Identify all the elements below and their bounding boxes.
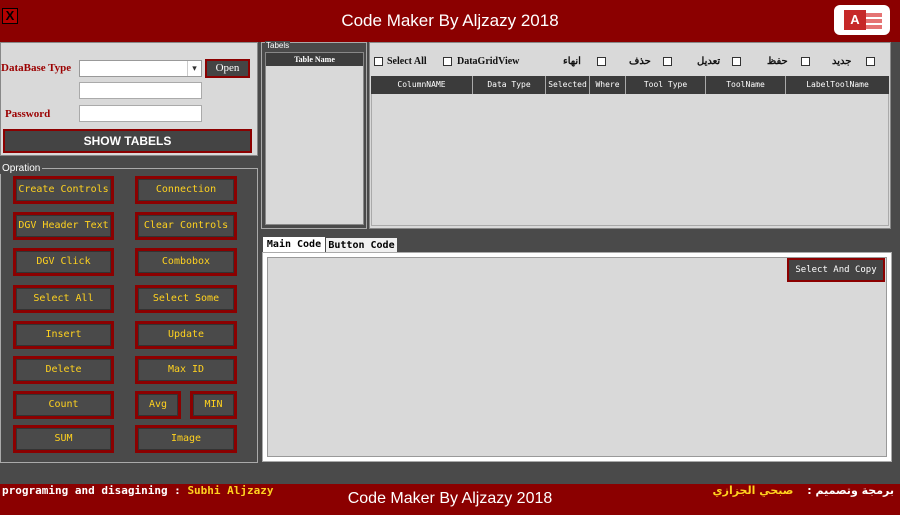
select-all-checkbox-label: Select All — [387, 56, 427, 67]
footer-credit: programing and disagining : Subhi Aljzaz… — [2, 484, 274, 515]
chevron-down-icon[interactable]: ▾ — [187, 61, 201, 76]
column-header-where[interactable]: Where — [590, 76, 626, 94]
footer-arabic-label: برمجة وتصميم : — [807, 484, 894, 497]
datagridview-checkbox-label: DataGridView — [457, 56, 520, 67]
dgv-click-button[interactable]: DGV Click — [13, 248, 114, 276]
password-label: Password — [5, 108, 51, 120]
footer-credit-label: programing and disagining : — [2, 484, 181, 497]
new-checkbox-label: جديد — [832, 56, 852, 67]
image-button[interactable]: Image — [135, 425, 237, 453]
save-checkbox-label: حفظ — [767, 56, 788, 67]
access-logo-line — [866, 13, 882, 17]
new-checkbox[interactable] — [866, 57, 875, 66]
ms-access-icon: A — [834, 5, 890, 35]
tables-list[interactable]: Table Name — [265, 52, 364, 225]
code-textarea[interactable] — [267, 257, 887, 457]
connection-button[interactable]: Connection — [135, 176, 237, 204]
access-logo-line — [866, 25, 882, 29]
access-logo-letter: A — [844, 10, 866, 30]
insert-button[interactable]: Insert — [13, 321, 114, 349]
columns-grid-header: ColumnNAME Data Type Selected Where Tool… — [371, 76, 889, 94]
column-header-columnname[interactable]: ColumnNAME — [371, 76, 473, 94]
select-some-button[interactable]: Select Some — [135, 285, 237, 313]
select-and-copy-button[interactable]: Select And Copy — [787, 258, 885, 282]
footer-bar: Code Maker By Aljzazy 2018 programing an… — [0, 484, 900, 515]
save-checkbox[interactable] — [801, 57, 810, 66]
finish-checkbox-label: انهاء — [563, 56, 581, 67]
finish-checkbox[interactable] — [597, 57, 606, 66]
app-title: Code Maker By Aljzazy 2018 — [341, 11, 559, 30]
edit-checkbox[interactable] — [732, 57, 741, 66]
password-input[interactable] — [79, 105, 202, 122]
access-logo-line — [866, 19, 882, 23]
update-button[interactable]: Update — [135, 321, 237, 349]
tables-list-header[interactable]: Table Name — [266, 53, 363, 66]
column-header-labeltoolname[interactable]: LabelToolName — [786, 76, 889, 94]
edit-checkbox-label: تعديل — [697, 56, 721, 67]
app-window: X Code Maker By Aljzazy 2018 A DataBase … — [0, 0, 900, 515]
delete-checkbox[interactable] — [663, 57, 672, 66]
datagridview-checkbox[interactable] — [443, 57, 452, 66]
open-button[interactable]: Open — [205, 59, 250, 78]
operation-title: Opration — [0, 163, 43, 174]
db-type-combo[interactable]: ▾ — [79, 60, 202, 77]
footer-arabic-name: صبحي الجزازي — [712, 484, 794, 497]
show-tables-button[interactable]: SHOW TABELS — [3, 129, 252, 153]
column-header-data-type[interactable]: Data Type — [473, 76, 546, 94]
delete-checkbox-label: حذف — [629, 56, 651, 67]
column-header-tool-type[interactable]: Tool Type — [626, 76, 706, 94]
max-id-button[interactable]: Max ID — [135, 356, 237, 384]
tables-group-title: Tabels — [265, 41, 291, 50]
title-bar: X Code Maker By Aljzazy 2018 A — [0, 0, 900, 42]
clear-controls-button[interactable]: Clear Controls — [135, 212, 237, 240]
server-input[interactable] — [79, 82, 202, 99]
column-header-toolname[interactable]: ToolName — [706, 76, 786, 94]
count-button[interactable]: Count — [13, 391, 114, 419]
combobox-button[interactable]: Combobox — [135, 248, 237, 276]
db-type-label: DataBase Type — [1, 62, 72, 74]
connection-panel: DataBase Type ▾ Open Password SHOW TABEL… — [0, 42, 258, 156]
code-tab-panel — [262, 252, 892, 462]
select-all-button[interactable]: Select All — [13, 285, 114, 313]
min-button[interactable]: MIN — [190, 391, 237, 419]
columns-grid-body[interactable] — [371, 94, 889, 226]
sum-button[interactable]: SUM — [13, 425, 114, 453]
avg-button[interactable]: Avg — [135, 391, 181, 419]
create-controls-button[interactable]: Create Controls — [13, 176, 114, 204]
select-all-checkbox[interactable] — [374, 57, 383, 66]
footer-credit-name: Subhi Aljzazy — [187, 484, 274, 497]
column-header-selected[interactable]: Selected — [546, 76, 590, 94]
delete-button[interactable]: Delete — [13, 356, 114, 384]
dgv-header-text-button[interactable]: DGV Header Text — [13, 212, 114, 240]
footer-arabic-credit: برمجة وتصميم : صبحي الجزازي — [713, 484, 894, 515]
tab-main-code[interactable]: Main Code — [263, 237, 325, 253]
